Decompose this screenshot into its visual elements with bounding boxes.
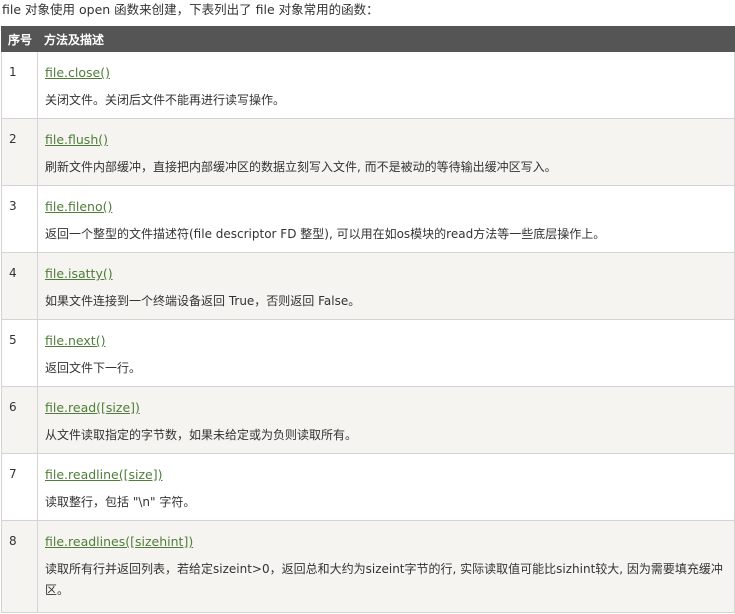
method-link-flush[interactable]: file.flush() bbox=[45, 132, 108, 148]
method-description: 从文件读取指定的字节数，如果未给定或为负则读取所有。 bbox=[45, 428, 358, 442]
row-number: 1 bbox=[1, 51, 38, 119]
table-row: 8 file.readlines([sizehint]) 读取所有行并返回列表，… bbox=[1, 520, 735, 613]
intro-text: file 对象使用 open 函数来创建，下表列出了 file 对象常用的函数： bbox=[2, 2, 379, 17]
row-content: file.close() 关闭文件。关闭后文件不能再进行读写操作。 bbox=[37, 51, 735, 119]
method-description: 关闭文件。关闭后文件不能再进行读写操作。 bbox=[45, 93, 286, 107]
row-content: file.flush() 刷新文件内部缓冲，直接把内部缓冲区的数据立刻写入文件,… bbox=[37, 118, 735, 186]
method-description: 刷新文件内部缓冲，直接把内部缓冲区的数据立刻写入文件, 而不是被动的等待输出缓冲… bbox=[45, 160, 557, 174]
method-description: 读取所有行并返回列表，若给定sizeint>0，返回总和大约为sizeint字节… bbox=[45, 562, 723, 597]
row-number: 3 bbox=[1, 185, 38, 253]
table-row: 5 file.next() 返回文件下一行。 bbox=[1, 319, 735, 387]
page: file 对象使用 open 函数来创建，下表列出了 file 对象常用的函数：… bbox=[0, 0, 735, 614]
header-method-description: 方法及描述 bbox=[37, 26, 735, 52]
row-content: file.fileno() 返回一个整型的文件描述符(file descript… bbox=[37, 185, 735, 253]
table-row: 1 file.close() 关闭文件。关闭后文件不能再进行读写操作。 bbox=[1, 51, 735, 119]
table-row: 6 file.read([size]) 从文件读取指定的字节数，如果未给定或为负… bbox=[1, 386, 735, 454]
row-number: 8 bbox=[1, 520, 38, 613]
table-row: 7 file.readline([size]) 读取整行，包括 "\n" 字符。 bbox=[1, 453, 735, 521]
method-description: 读取整行，包括 "\n" 字符。 bbox=[45, 495, 196, 509]
method-link-readlines[interactable]: file.readlines([sizehint]) bbox=[45, 534, 193, 550]
file-methods-table: 序号 方法及描述 1 file.close() 关闭文件。关闭后文件不能再进行读… bbox=[1, 26, 735, 613]
row-content: file.read([size]) 从文件读取指定的字节数，如果未给定或为负则读… bbox=[37, 386, 735, 454]
table-row: 2 file.flush() 刷新文件内部缓冲，直接把内部缓冲区的数据立刻写入文… bbox=[1, 118, 735, 186]
row-number: 5 bbox=[1, 319, 38, 387]
method-link-readline[interactable]: file.readline([size]) bbox=[45, 467, 162, 483]
row-content: file.isatty() 如果文件连接到一个终端设备返回 True，否则返回 … bbox=[37, 252, 735, 320]
row-content: file.readline([size]) 读取整行，包括 "\n" 字符。 bbox=[37, 453, 735, 521]
method-link-isatty[interactable]: file.isatty() bbox=[45, 266, 113, 282]
method-link-next[interactable]: file.next() bbox=[45, 333, 105, 349]
method-description: 返回一个整型的文件描述符(file descriptor FD 整型), 可以用… bbox=[45, 227, 606, 241]
table-row: 4 file.isatty() 如果文件连接到一个终端设备返回 True，否则返… bbox=[1, 252, 735, 320]
method-description: 如果文件连接到一个终端设备返回 True，否则返回 False。 bbox=[45, 294, 361, 308]
header-number: 序号 bbox=[1, 26, 38, 52]
row-number: 2 bbox=[1, 118, 38, 186]
row-content: file.readlines([sizehint]) 读取所有行并返回列表，若给… bbox=[37, 520, 735, 613]
row-number: 6 bbox=[1, 386, 38, 454]
method-link-fileno[interactable]: file.fileno() bbox=[45, 199, 112, 215]
table-row: 3 file.fileno() 返回一个整型的文件描述符(file descri… bbox=[1, 185, 735, 253]
method-description: 返回文件下一行。 bbox=[45, 361, 142, 375]
method-link-close[interactable]: file.close() bbox=[45, 65, 110, 81]
row-number: 7 bbox=[1, 453, 38, 521]
method-link-read[interactable]: file.read([size]) bbox=[45, 400, 140, 416]
row-number: 4 bbox=[1, 252, 38, 320]
row-content: file.next() 返回文件下一行。 bbox=[37, 319, 735, 387]
table-header-row: 序号 方法及描述 bbox=[1, 26, 735, 52]
